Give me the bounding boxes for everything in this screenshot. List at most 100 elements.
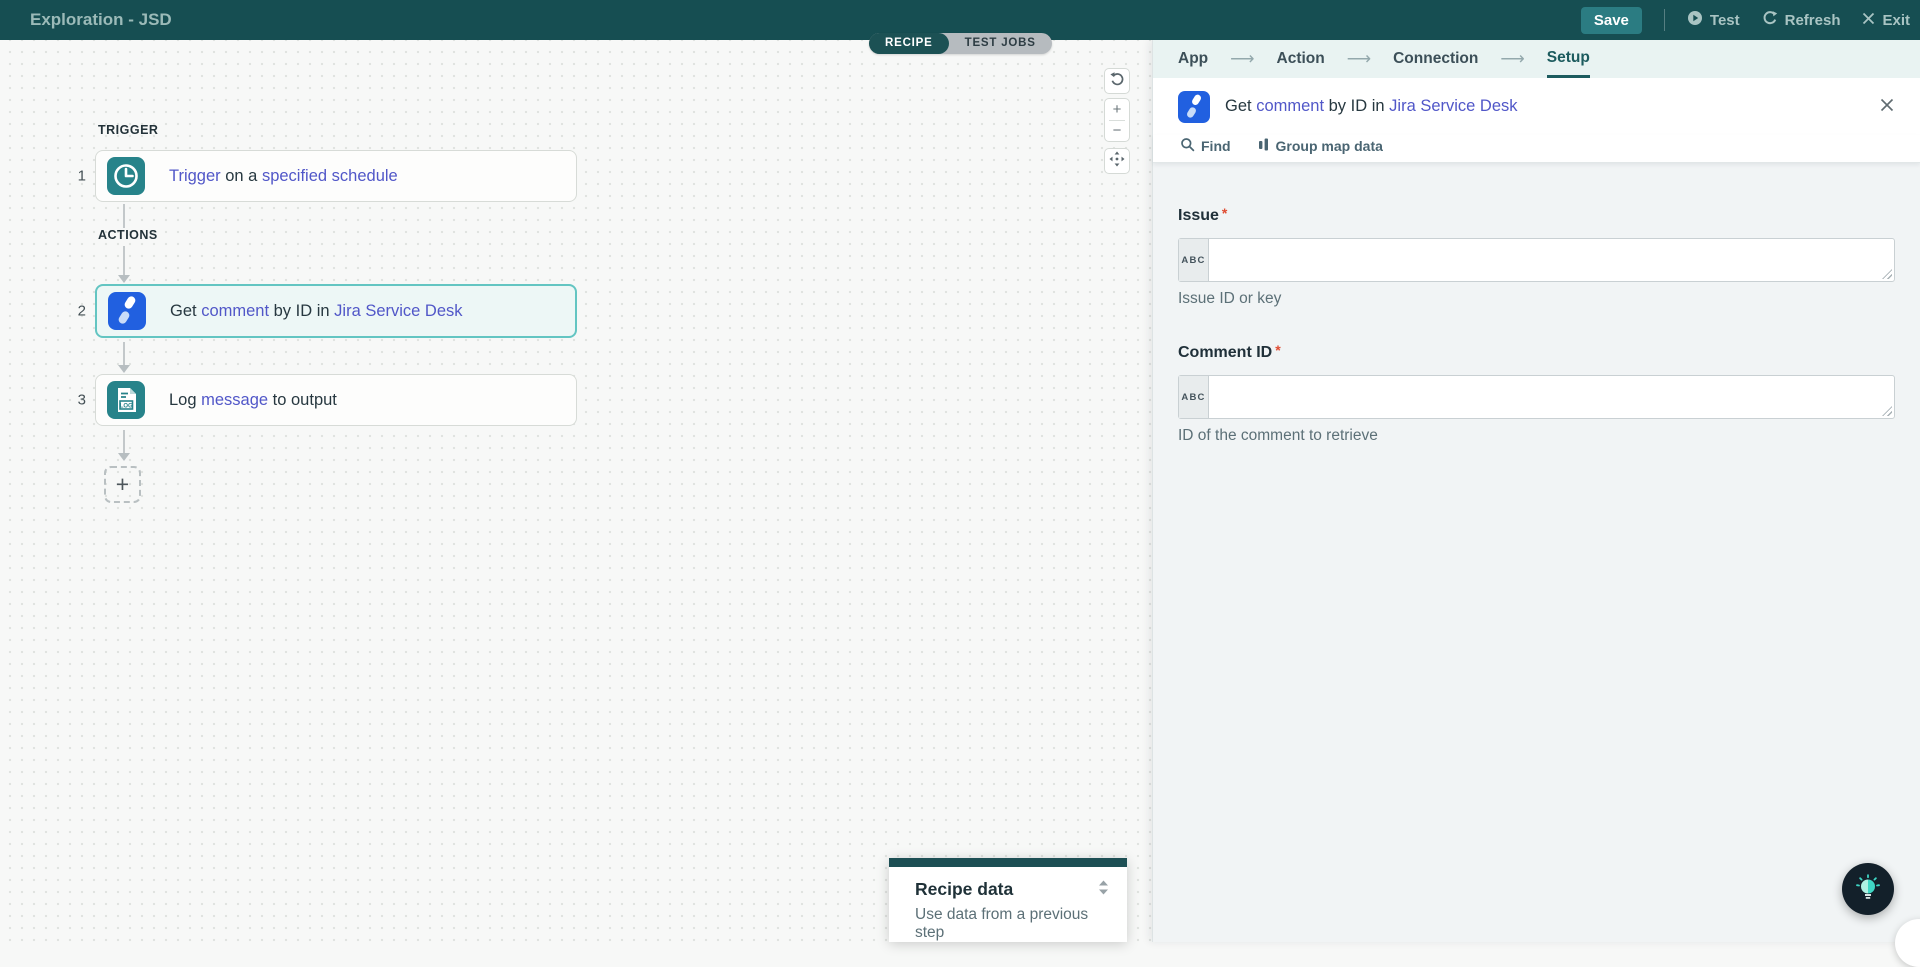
step-card-trigger[interactable]: Trigger on a specified schedule [95,150,577,202]
issue-input-group: ABC [1178,238,1895,282]
save-button[interactable]: Save [1580,6,1642,34]
log-icon: LOG [107,381,145,419]
panel-title-plain: Get [1225,97,1257,115]
recipe-data-subtitle: Use data from a previous step [915,906,1089,941]
step-setup-panel: App ⟶ Action ⟶ Connection ⟶ Setup Get co… [1152,40,1920,942]
panel-content: Issue * ABC Issue ID or key Comment ID * A… [1153,163,1920,445]
svg-text:LOG: LOG [120,403,133,409]
breadcrumb-connection[interactable]: Connection [1393,40,1478,78]
find-button-label: Find [1201,137,1231,154]
step-text-plain: by ID in [269,301,335,320]
connector-arrow [118,246,130,283]
find-button[interactable]: Find [1180,137,1231,155]
step-number: 1 [77,167,86,185]
panel-title: Get comment by ID in Jira Service Desk [1225,97,1518,116]
search-icon [1180,137,1195,155]
step-link[interactable]: Jira Service Desk [334,302,462,320]
jira-service-desk-icon [108,292,146,330]
connector-arrow [118,430,130,461]
topbar-divider [1663,9,1665,31]
step-title: Get comment by ID in Jira Service Desk [170,302,463,321]
exit-icon [1862,12,1875,29]
step-title: Log message to output [169,391,337,410]
step-link[interactable]: comment [201,302,269,320]
breadcrumb-arrow-icon: ⟶ [1230,49,1255,68]
refresh-icon [1762,10,1778,30]
recipe-data-title: Recipe data [915,879,1014,899]
step-number: 3 [77,391,86,409]
panel-title-link[interactable]: comment [1256,97,1324,115]
group-map-data-button[interactable]: Group map data [1257,137,1383,155]
comment-id-helper-text: ID of the comment to retrieve [1178,427,1378,444]
breadcrumb-action[interactable]: Action [1277,40,1325,78]
step-text-plain: on a [220,166,262,185]
required-asterisk: * [1221,205,1228,221]
refresh-button[interactable]: Refresh [1762,10,1840,30]
exit-button[interactable]: Exit [1862,12,1910,29]
breadcrumb-arrow-icon: ⟶ [1500,49,1525,68]
add-step-button[interactable]: + [104,466,141,503]
recipe-canvas[interactable]: TRIGGER 1 Trigger on a specified schedul… [0,40,1152,942]
text-type-addon: ABC [1179,376,1209,418]
step-text-plain: to output [268,390,337,409]
setup-breadcrumb: App ⟶ Action ⟶ Connection ⟶ Setup [1153,40,1920,78]
recipe-title: Exploration - JSD [30,10,172,29]
test-button[interactable]: Test [1687,10,1740,30]
comment-id-input-group: ABC [1178,375,1895,419]
test-button-label: Test [1709,11,1740,29]
play-icon [1687,10,1703,30]
recipe-data-accent-bar [889,858,1127,867]
comment-id-label: Comment ID * [1178,342,1281,361]
issue-helper-text: Issue ID or key [1178,290,1282,307]
required-asterisk: * [1275,342,1281,358]
breadcrumb-app[interactable]: App [1178,40,1208,78]
actions-section-label: ACTIONS [98,228,158,242]
collapse-expand-icon[interactable] [1098,880,1109,900]
step-text-plain: Log [169,390,202,409]
breadcrumb-setup[interactable]: Setup [1546,40,1590,78]
issue-field: Issue * ABC Issue ID or key [1178,205,1895,308]
connector-line [123,204,125,228]
recipe-data-panel: Recipe data Use data from a previous ste… [889,858,1127,942]
zoom-control-group: + − [1104,98,1130,142]
step-card-log-message[interactable]: LOG Log message to output [95,374,577,426]
zoom-in-button[interactable]: + [1105,99,1129,120]
tips-button[interactable] [1842,863,1894,915]
panel-title-link[interactable]: Jira Service Desk [1389,97,1517,115]
exit-button-label: Exit [1882,11,1910,29]
undo-icon [1109,71,1125,92]
breadcrumb-arrow-icon: ⟶ [1346,49,1372,68]
step-row: 2 Get comment by ID in Jira Service Desk [78,284,577,338]
fit-view-icon [1109,151,1125,172]
comment-id-input[interactable] [1209,376,1894,418]
tab-recipe[interactable]: RECIPE [869,33,949,54]
step-title: Trigger on a specified schedule [169,167,398,186]
step-row: 3 LOG Log message to output [78,374,577,426]
issue-label: Issue * [1178,205,1228,224]
text-type-addon: ABC [1179,239,1209,281]
panel-header: Get comment by ID in Jira Service Desk [1153,78,1920,135]
trigger-section-label: TRIGGER [98,123,159,137]
step-text-plain: Get [170,301,202,320]
connector-arrow [118,342,130,373]
group-map-icon [1257,137,1270,155]
step-link[interactable]: Trigger [169,167,221,185]
step-row: 1 Trigger on a specified schedule [78,150,577,202]
panel-title-plain: by ID in [1324,97,1390,115]
reset-view-button[interactable] [1104,68,1130,94]
jira-service-desk-icon [1178,90,1210,123]
issue-input[interactable] [1209,239,1894,281]
comment-id-field: Comment ID * ABC ID of the comment to ret… [1178,342,1895,445]
tab-test-jobs[interactable]: TEST JOBS [949,33,1052,54]
fit-view-button[interactable] [1104,148,1130,174]
group-map-button-label: Group map data [1275,137,1383,154]
zoom-out-button[interactable]: − [1105,121,1129,142]
step-link[interactable]: specified schedule [262,167,398,185]
panel-toolbar: Find Group map data [1153,135,1920,163]
step-link[interactable]: message [201,391,268,409]
lightbulb-icon [1854,873,1882,905]
recipe-tabs: RECIPE TEST JOBS [869,33,1052,54]
close-panel-button[interactable] [1879,97,1895,116]
step-card-get-comment[interactable]: Get comment by ID in Jira Service Desk [95,284,577,338]
step-number: 2 [77,302,86,320]
